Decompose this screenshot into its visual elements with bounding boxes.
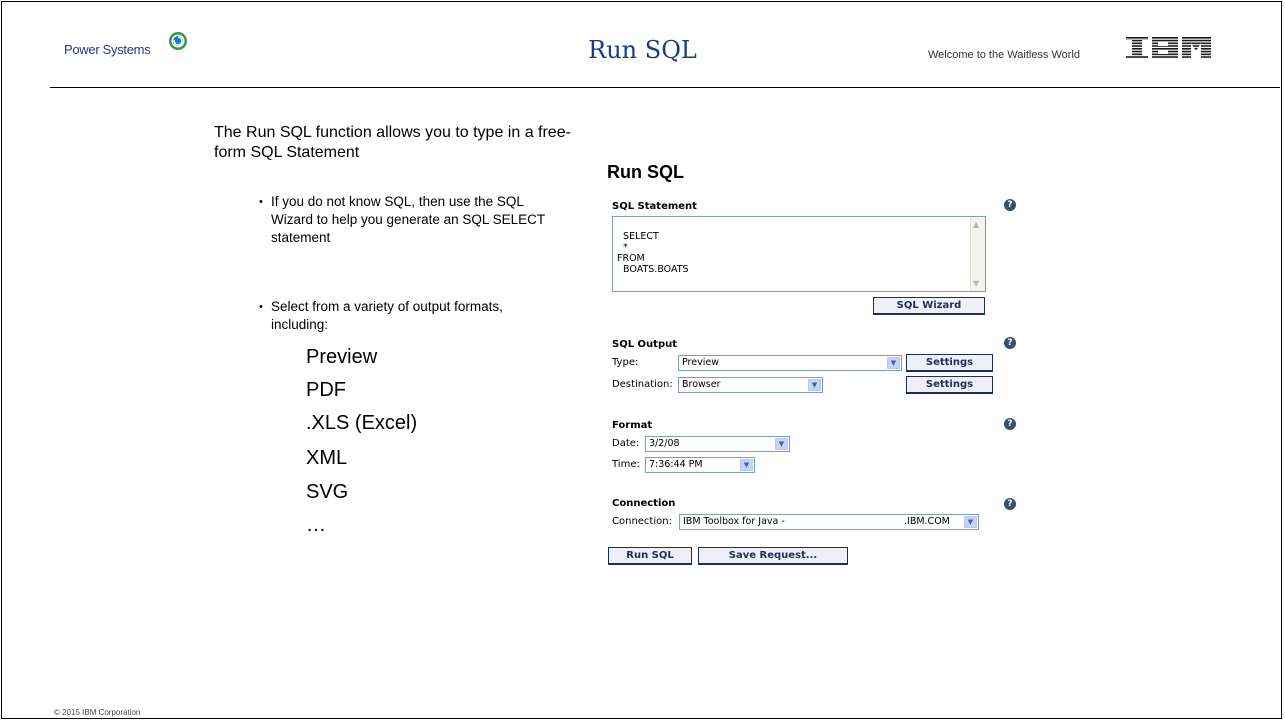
textarea-scrollbar[interactable]: ▲ ▼ xyxy=(970,217,985,291)
help-icon[interactable]: ? xyxy=(1004,418,1016,430)
chevron-down-icon[interactable]: ▼ xyxy=(964,516,977,528)
format-item: Preview xyxy=(306,346,378,368)
help-icon[interactable]: ? xyxy=(1004,498,1016,510)
destination-label: Destination: xyxy=(612,379,673,390)
date-format-select[interactable]: 3/2/08 ▼ xyxy=(645,436,790,452)
scroll-down-icon[interactable]: ▼ xyxy=(973,278,979,289)
format-heading: Format xyxy=(612,420,653,431)
date-format-value: 3/2/08 xyxy=(649,438,680,449)
intro-text: The Run SQL function allows you to type … xyxy=(214,124,571,161)
panel-title: Run SQL xyxy=(607,162,684,182)
sql-statement-textarea[interactable]: SELECT * FROM BOATS.BOATS ▲ ▼ xyxy=(612,216,986,292)
bullet-text: If you do not know SQL, then use the SQL… xyxy=(271,194,545,245)
bullet-text: Select from a variety of output formats,… xyxy=(271,299,503,332)
connection-heading: Connection xyxy=(612,498,676,509)
ibm-logo-icon xyxy=(1126,37,1211,59)
chevron-down-icon[interactable]: ▼ xyxy=(775,438,788,450)
format-item: … xyxy=(306,514,326,536)
time-format-value: 7:36:44 PM xyxy=(649,459,703,470)
format-item: .XLS (Excel) xyxy=(306,412,418,434)
chevron-down-icon[interactable]: ▼ xyxy=(740,459,753,471)
sql-output-heading: SQL Output xyxy=(612,339,678,350)
slide-frame xyxy=(1,1,1282,719)
slide-title: Run SQL xyxy=(588,36,697,64)
format-item: SVG xyxy=(306,481,349,503)
bullet-sql-wizard: • If you do not know SQL, then use the SQ… xyxy=(259,194,545,245)
run-sql-button[interactable]: Run SQL xyxy=(608,547,692,565)
type-settings-button[interactable]: Settings xyxy=(906,354,993,372)
help-icon[interactable]: ? xyxy=(1004,199,1016,211)
format-item: PDF xyxy=(306,379,346,401)
tagline: Welcome to the Waitless World xyxy=(928,49,1081,61)
sql-statement-text: SELECT * FROM BOATS.BOATS xyxy=(617,231,689,275)
date-label: Date: xyxy=(612,438,640,449)
chevron-down-icon[interactable]: ▼ xyxy=(808,379,821,391)
output-type-value: Preview xyxy=(682,357,719,368)
destination-select[interactable]: Browser ▼ xyxy=(678,377,823,393)
sql-wizard-button[interactable]: SQL Wizard xyxy=(873,297,985,315)
connection-select[interactable]: IBM Toolbox for Java - .IBM.COM ▼ xyxy=(679,514,979,530)
connection-host-suffix: .IBM.COM xyxy=(904,516,950,527)
bullet-output-formats: • Select from a variety of output formats… xyxy=(259,299,503,332)
connection-label: Connection: xyxy=(612,516,672,527)
sql-statement-heading: SQL Statement xyxy=(612,201,697,212)
header-divider xyxy=(50,87,1280,88)
destination-value: Browser xyxy=(682,379,721,390)
time-label: Time: xyxy=(612,459,640,470)
time-format-select[interactable]: 7:36:44 PM ▼ xyxy=(645,457,755,473)
help-icon[interactable]: ? xyxy=(1004,337,1016,349)
chevron-down-icon[interactable]: ▼ xyxy=(887,357,900,369)
save-request-button[interactable]: Save Request... xyxy=(698,547,848,565)
format-item: XML xyxy=(306,447,348,469)
type-label: Type: xyxy=(612,357,639,368)
scroll-up-icon[interactable]: ▲ xyxy=(973,219,979,230)
output-type-select[interactable]: Preview ▼ xyxy=(678,355,902,371)
connection-value: IBM Toolbox for Java - xyxy=(683,516,785,527)
copyright-footer: © 2015 IBM Corporation xyxy=(54,708,141,717)
destination-settings-button[interactable]: Settings xyxy=(906,376,993,394)
